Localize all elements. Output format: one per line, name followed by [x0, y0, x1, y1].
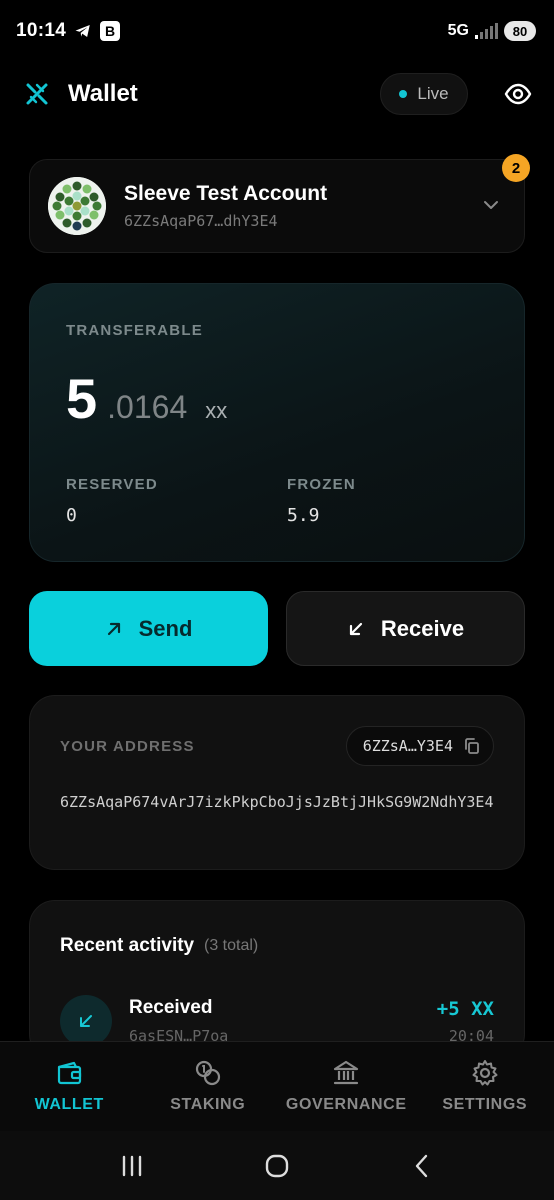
arrow-down-left-icon: [349, 622, 363, 635]
home-icon[interactable]: [263, 1152, 291, 1180]
balance-card: TRANSFERABLE 5 .0164 xx RESERVED 0 FROZE…: [29, 283, 525, 562]
eye-icon[interactable]: [504, 80, 532, 108]
account-count-badge: 2: [502, 154, 530, 182]
full-address: 6ZZsAqaP674vArJ7izkPkpCboJjsJzBtjJHkSG9W…: [60, 793, 494, 811]
copy-address-chip[interactable]: 6ZZsA…Y3E4: [345, 726, 494, 766]
your-address-label: YOUR ADDRESS: [60, 738, 195, 755]
bank-icon: [334, 1060, 359, 1085]
nav-governance-label: GOVERNANCE: [285, 1096, 407, 1113]
account-address-short: 6ZZsAqaP67…dhY3E4: [124, 212, 278, 230]
address-card: YOUR ADDRESS 6ZZsA…Y3E4 6ZZsAqaP674vArJ7…: [29, 695, 525, 870]
activity-count: (3 total): [204, 937, 259, 954]
reserved-label: RESERVED: [66, 476, 158, 493]
frozen-value: 5.9: [287, 505, 320, 526]
address-chip-text: 6ZZsA…Y3E4: [362, 737, 453, 755]
balance-integer: 5: [66, 367, 98, 430]
coins-icon: [195, 1060, 220, 1086]
transferable-balance: 5 .0164 xx: [66, 366, 227, 431]
battery-indicator: 80: [504, 21, 536, 41]
receive-button[interactable]: Receive: [286, 591, 525, 666]
live-status-dot: [399, 90, 408, 98]
network-label: 5G: [447, 22, 469, 39]
nav-staking[interactable]: STAKING: [139, 1042, 278, 1131]
balance-decimal: .0164: [107, 389, 188, 425]
send-button[interactable]: Send: [29, 591, 268, 666]
nav-wallet-label: WALLET: [34, 1096, 104, 1113]
nav-staking-label: STAKING: [170, 1096, 246, 1113]
received-icon: [60, 995, 112, 1047]
status-time: 10:14: [16, 20, 67, 41]
status-right: 5G 80: [448, 21, 536, 41]
activity-amount: +5 XX: [436, 998, 494, 1020]
reserved-value: 0: [66, 505, 77, 526]
status-left: 10:14 B: [16, 20, 121, 42]
activity-type: Received: [129, 997, 213, 1018]
frozen-label: FROZEN: [287, 476, 356, 493]
transferable-label: TRANSFERABLE: [66, 322, 203, 339]
bottom-nav: WALLET STAKING GOVERNANCE SETTINGS: [0, 1041, 554, 1131]
system-nav-bar: [0, 1131, 554, 1200]
nav-settings-label: SETTINGS: [442, 1096, 528, 1113]
arrow-down-left-icon: [80, 1015, 92, 1027]
app-logo-icon: [26, 83, 48, 105]
recent-activity-card: Recent activity (3 total) Received 6asES…: [29, 900, 525, 1060]
gear-icon: [472, 1060, 498, 1086]
telegram-icon: [75, 25, 90, 37]
nav-governance[interactable]: GOVERNANCE: [277, 1042, 416, 1131]
account-name: Sleeve Test Account: [124, 182, 328, 205]
account-info: Sleeve Test Account 6ZZsAqaP67…dhY3E4: [124, 182, 327, 230]
app-header: Wallet Live: [0, 64, 554, 124]
signal-icon: [475, 23, 498, 39]
back-icon[interactable]: [408, 1152, 436, 1180]
chevron-down-icon: [484, 201, 498, 209]
receive-label: Receive: [380, 615, 465, 641]
send-label: Send: [138, 615, 193, 641]
copy-icon: [465, 738, 479, 754]
wallet-icon: [58, 1061, 82, 1085]
nav-settings[interactable]: SETTINGS: [416, 1042, 554, 1131]
status-bar: 10:14 B 5G 80: [0, 0, 554, 62]
account-selector[interactable]: Sleeve Test Account 6ZZsAqaP67…dhY3E4 2: [29, 154, 530, 253]
live-label: Live: [417, 84, 449, 103]
b-app-icon: B: [100, 21, 121, 41]
account-avatar-identicon: [48, 177, 106, 235]
balance-unit: xx: [205, 398, 228, 423]
recent-apps-icon[interactable]: [118, 1152, 146, 1180]
activity-title: Recent activity: [60, 935, 195, 956]
arrow-up-right-icon: [107, 622, 120, 635]
nav-wallet[interactable]: WALLET: [0, 1042, 139, 1131]
network-live-toggle[interactable]: Live: [380, 73, 468, 115]
page-title: Wallet: [68, 80, 138, 107]
